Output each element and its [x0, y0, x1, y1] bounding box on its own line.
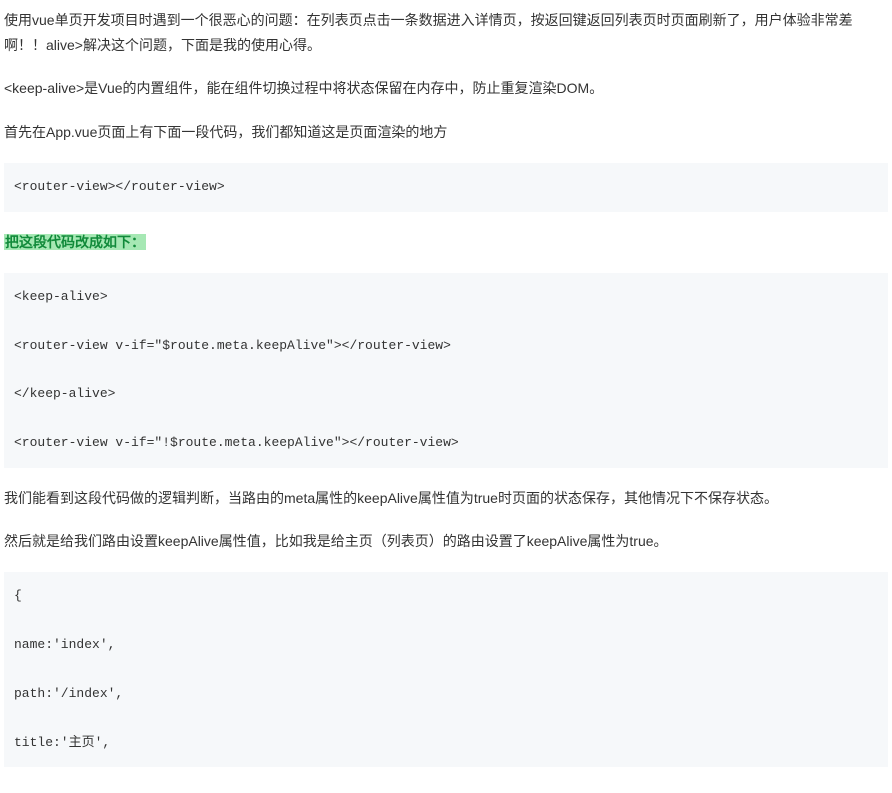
code-line: name:'index', — [14, 635, 878, 656]
code-block-keepalive: <keep-alive> <router-view v-if="$route.m… — [4, 273, 888, 468]
code-line: title:'主页', — [14, 733, 878, 754]
code-block-route-config: { name:'index', path:'/index', title:'主页… — [4, 572, 888, 767]
code-spacer — [14, 656, 878, 684]
paragraph-appvue-desc: 首先在App.vue页面上有下面一段代码，我们都知道这是页面渲染的地方 — [4, 120, 888, 145]
code-spacer — [14, 356, 878, 384]
code-line: <router-view></router-view> — [14, 177, 878, 198]
paragraph-logic-desc: 我们能看到这段代码做的逻辑判断，当路由的meta属性的keepAlive属性值为… — [4, 486, 888, 511]
paragraph-keepalive-desc: <keep-alive>是Vue的内置组件，能在组件切换过程中将状态保留在内存中… — [4, 76, 888, 101]
code-line: path:'/index', — [14, 684, 878, 705]
code-spacer — [14, 607, 878, 635]
highlight-section: 把这段代码改成如下： — [4, 230, 888, 255]
code-line: </keep-alive> — [14, 384, 878, 405]
code-spacer — [14, 705, 878, 733]
code-spacer — [14, 308, 878, 336]
code-line: <router-view v-if="$route.meta.keepAlive… — [14, 336, 878, 357]
code-line: <keep-alive> — [14, 287, 878, 308]
code-line: { — [14, 586, 878, 607]
code-line: <router-view v-if="!$route.meta.keepAliv… — [14, 433, 878, 454]
paragraph-intro: 使用vue单页开发项目时遇到一个很恶心的问题：在列表页点击一条数据进入详情页，按… — [4, 8, 888, 58]
code-spacer — [14, 405, 878, 433]
highlight-change-code: 把这段代码改成如下： — [4, 234, 146, 250]
code-block-router-view: <router-view></router-view> — [4, 163, 888, 212]
paragraph-route-config-desc: 然后就是给我们路由设置keepAlive属性值，比如我是给主页（列表页）的路由设… — [4, 529, 888, 554]
